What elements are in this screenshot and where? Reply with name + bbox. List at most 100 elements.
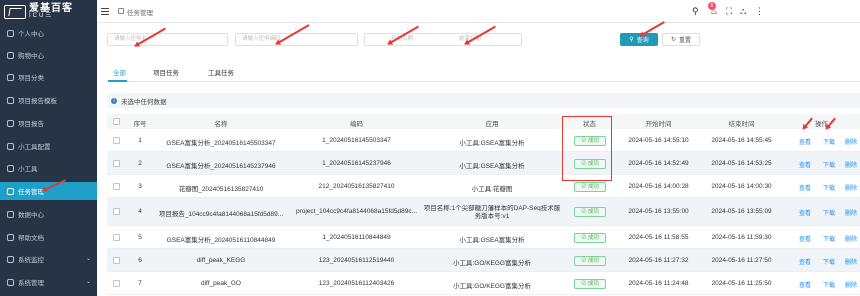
delete-link[interactable]: 删除 (845, 257, 857, 266)
task-name: GSEA富集分析_20240516110844849 (166, 236, 276, 244)
end-time: 2024-05-16 11:59:30 (711, 233, 772, 241)
delete-link[interactable]: 删除 (845, 234, 857, 243)
delete-link[interactable]: 删除 (845, 137, 857, 146)
sidebar-item-data[interactable]: 数据中心 (0, 205, 97, 223)
help-icon (7, 233, 14, 241)
start-time: 2024-05-16 11:58:55 (628, 233, 689, 241)
start-time: 2024-05-16 14:55:10 (628, 136, 689, 144)
report-icon (7, 119, 14, 127)
delete-link[interactable]: 删除 (845, 160, 857, 169)
row-checkbox[interactable] (113, 233, 120, 241)
select-all-checkbox[interactable] (113, 118, 120, 125)
tab-project[interactable]: 项目任务 (153, 67, 179, 77)
end-time: 2024-05-16 11:27:50 (711, 256, 772, 264)
sidebar-item-category[interactable]: 项目分类 (0, 68, 97, 86)
download-link[interactable]: 下载 (823, 208, 835, 217)
download-link[interactable]: 下载 (823, 137, 835, 146)
highlight-box (562, 116, 612, 181)
template-icon (7, 96, 14, 104)
task-name: diff_peak_KEGG (196, 256, 246, 264)
status-badge: ⊘ 成功 (574, 278, 606, 289)
tab-all[interactable]: 全部 (113, 67, 126, 77)
start-time: 2024-05-16 14:52:49 (628, 159, 689, 167)
task-app: 小工具:GO/KEGG富集分析 (452, 282, 531, 290)
start-time: 2024-05-16 14:00:28 (628, 182, 689, 190)
chevron-down-icon: ⌄ (85, 279, 91, 285)
task-app: 小工具:GSEA富集分析 (459, 139, 525, 147)
task-name: 项目报告_104cc9c4fa8144068a15fd5d89... (158, 211, 284, 218)
row-checkbox[interactable] (113, 208, 120, 215)
sidebar-item-system[interactable]: 系统管理 ⌄ (0, 273, 97, 291)
end-time: 2024-05-16 13:55:09 (711, 208, 772, 215)
reset-button[interactable]: ↻ 重置 (662, 33, 700, 46)
search-icon: ⚲ (629, 37, 634, 43)
table-row: 1 GSEA富集分析_20240516145503347 1_20240516145… (107, 129, 860, 152)
menu-toggle-icon[interactable] (101, 8, 109, 15)
task-code-input[interactable]: 请输入任务编码 (235, 33, 358, 46)
cart-icon (7, 51, 14, 59)
delete-link[interactable]: 删除 (845, 280, 857, 289)
status-badge: ⊘ 成功 (574, 232, 606, 243)
download-link[interactable]: 下载 (823, 234, 835, 243)
date-separator: - (436, 36, 438, 42)
lock-icon[interactable]: ⛬ (740, 6, 746, 17)
download-link[interactable]: 下载 (823, 280, 835, 289)
notification-badge: 6 (708, 2, 716, 10)
user-menu-icon[interactable]: ⋮ (755, 6, 764, 17)
sidebar-item-tools[interactable]: 小工具 (0, 159, 97, 177)
check-circle-icon: ⊘ (580, 257, 588, 264)
status-badge: ⊘ 成功 (574, 181, 606, 192)
view-link[interactable]: 查看 (799, 234, 811, 243)
sidebar-item-shop[interactable]: 购物中心 (0, 46, 97, 64)
row-number: 6 (138, 256, 142, 264)
task-name: GSEA富集分析_20240516145503347 (166, 139, 276, 147)
selection-info: i 未选中任何数据 (107, 93, 860, 108)
status-badge: ⊘ 成功 (574, 255, 606, 266)
settings-icon (7, 278, 14, 286)
table-row: 5 GSEA富集分析_20240516110844849 1_20240516110… (107, 226, 860, 249)
breadcrumb-icon (118, 8, 124, 14)
sidebar-item-report[interactable]: 项目报告 (0, 114, 97, 132)
start-time: 2024-05-16 11:27:32 (628, 256, 689, 264)
data-icon (7, 210, 14, 218)
end-time: 2024-05-16 14:55:45 (711, 136, 772, 144)
view-link[interactable]: 查看 (799, 208, 811, 217)
search-icon[interactable]: ⚲ (692, 6, 699, 17)
task-app: 小工具:GO/KEGG富集分析 (452, 259, 531, 267)
row-checkbox[interactable] (113, 159, 120, 167)
task-code: 123_20240516112403426 (318, 279, 395, 287)
view-link[interactable]: 查看 (799, 137, 811, 146)
task-name: GSEA富集分析_20240516145237946 (166, 162, 276, 170)
download-link[interactable]: 下载 (823, 160, 835, 169)
table-row: 3 花瓣图_20240516135827410 212_20240516135827… (107, 175, 860, 198)
download-link[interactable]: 下载 (823, 183, 835, 192)
fullscreen-icon[interactable]: ⛶ (726, 6, 732, 17)
sidebar-item-monitor[interactable]: 系统监控 ⌄ (0, 250, 97, 268)
row-checkbox[interactable] (113, 256, 120, 264)
task-name-input[interactable]: 请输入任务名 (107, 33, 228, 46)
sidebar-item-personal[interactable]: 个人中心 (0, 24, 97, 42)
start-time: 2024-05-16 11:24:48 (628, 279, 689, 287)
sidebar-item-help[interactable]: 帮助文档 (0, 228, 97, 246)
sidebar-item-tool-config[interactable]: 小工具配置 (0, 137, 97, 155)
view-link[interactable]: 查看 (799, 280, 811, 289)
view-link[interactable]: 查看 (799, 257, 811, 266)
sidebar-item-task[interactable]: 任务管理 (0, 182, 97, 200)
task-app: 小工具:GSEA富集分析 (459, 162, 525, 170)
check-circle-icon: ⊘ (580, 209, 588, 215)
task-icon (7, 187, 14, 195)
delete-link[interactable]: 删除 (845, 208, 857, 217)
row-checkbox[interactable] (113, 279, 120, 287)
row-number: 3 (138, 182, 142, 190)
user-icon (7, 29, 14, 37)
delete-link[interactable]: 删除 (845, 183, 857, 192)
view-link[interactable]: 查看 (799, 183, 811, 192)
sidebar-item-report-template[interactable]: 项目报告模板 (0, 91, 97, 109)
view-link[interactable]: 查看 (799, 160, 811, 169)
row-checkbox[interactable] (113, 182, 120, 190)
download-link[interactable]: 下载 (823, 257, 835, 266)
tab-tool[interactable]: 工具任务 (208, 67, 234, 77)
row-checkbox[interactable] (113, 136, 120, 144)
logo-subtitle: ICU三 (29, 12, 54, 19)
task-name: diff_peak_GO (201, 279, 241, 287)
